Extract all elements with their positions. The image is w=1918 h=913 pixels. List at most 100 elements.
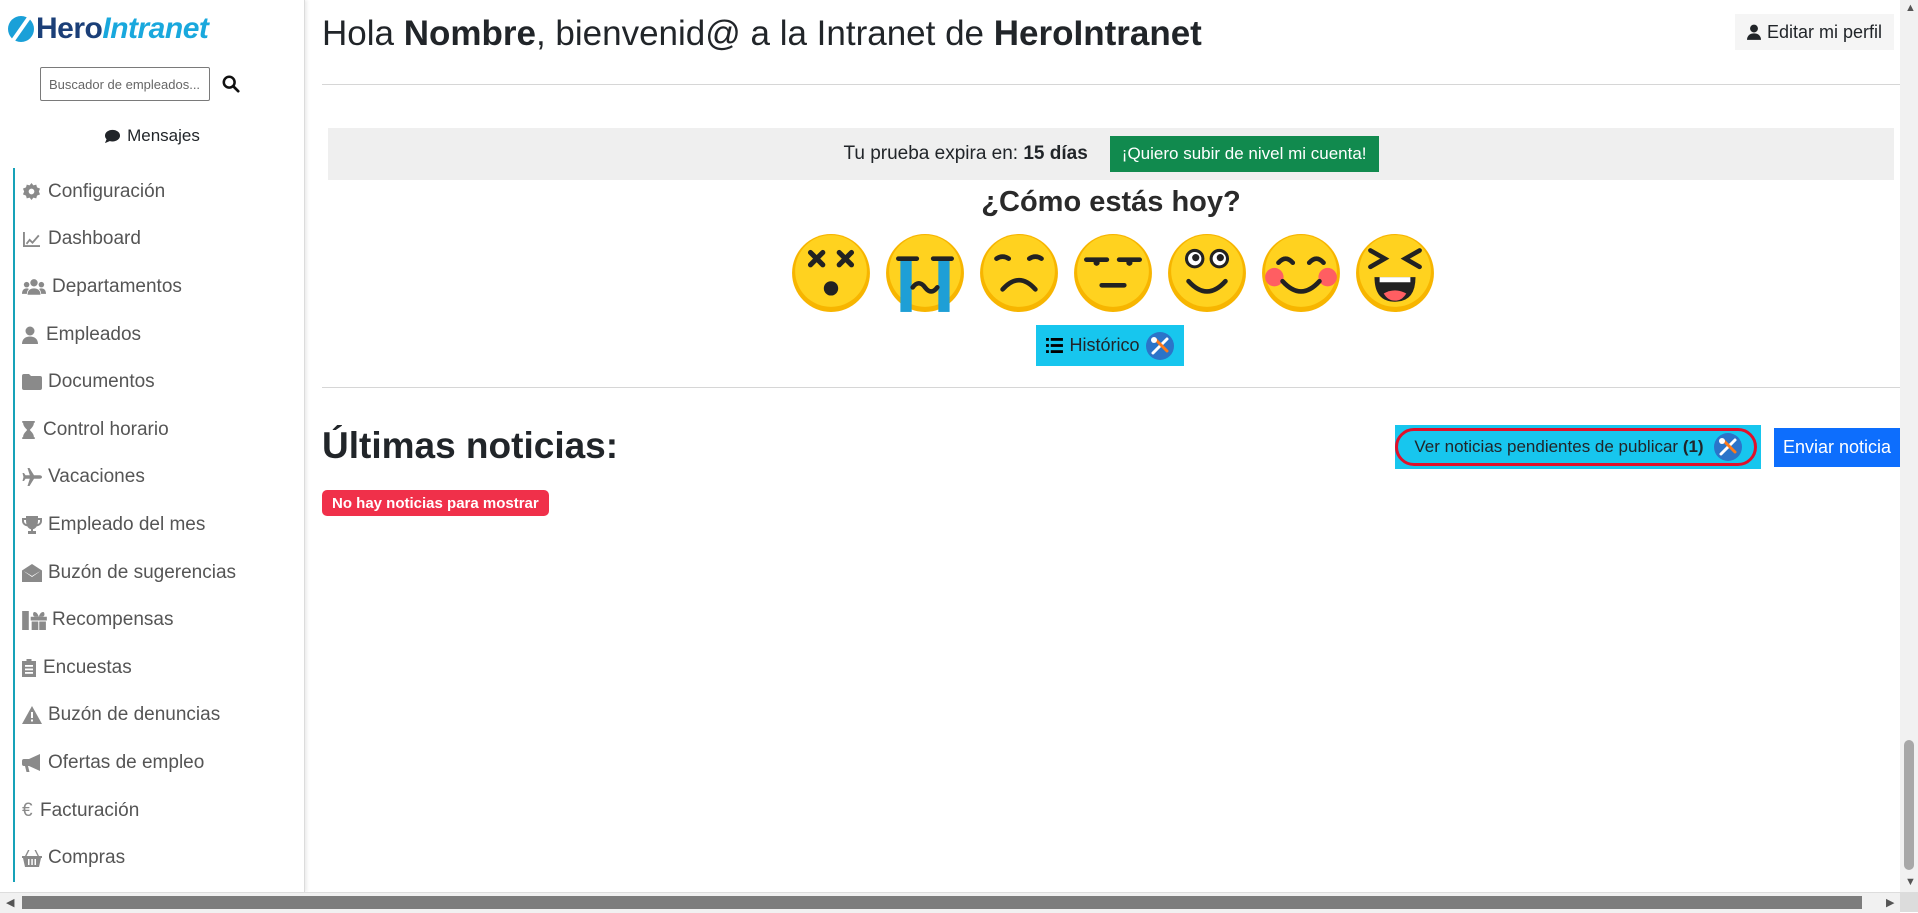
edit-profile-button[interactable]: Editar mi perfil: [1735, 14, 1895, 50]
header-divider: [322, 84, 1900, 85]
folder-icon: [22, 372, 44, 392]
vertical-scroll-thumb[interactable]: [1904, 740, 1914, 870]
sidebar-item-ofertas-empleo[interactable]: Ofertas de empleo: [13, 739, 303, 787]
sad-face-icon[interactable]: [978, 232, 1060, 314]
laughing-face-icon[interactable]: [1354, 232, 1436, 314]
sidebar-item-configuracion[interactable]: Configuración: [13, 168, 303, 216]
sidebar-item-empleados[interactable]: Empleados: [13, 310, 303, 359]
sidebar-item-facturacion[interactable]: € Facturación: [13, 786, 303, 835]
sidebar-item-dashboard[interactable]: Dashboard: [13, 215, 303, 264]
send-news-button[interactable]: Enviar noticia: [1774, 428, 1900, 467]
crying-face-icon[interactable]: [884, 232, 966, 314]
messages-label: Mensajes: [127, 126, 200, 145]
sidebar-item-label: Buzón de denuncias: [48, 704, 221, 726]
comment-icon: [105, 129, 121, 143]
sidebar-item-control-horario[interactable]: Control horario: [13, 405, 303, 454]
title-company: HeroIntranet: [993, 14, 1202, 53]
title-welcome: , bienvenid@ a la Intranet de: [535, 14, 994, 53]
brand-hero: Hero: [36, 12, 103, 45]
sidebar-item-departamentos[interactable]: Departamentos: [13, 263, 303, 311]
tools-icon: [1145, 331, 1174, 360]
gear-icon: [22, 182, 44, 202]
tools-icon: [1713, 433, 1742, 461]
horizontal-scroll-thumb[interactable]: [22, 896, 1862, 909]
mood-history-label: Histórico: [1069, 335, 1140, 355]
clipboard-icon: [22, 658, 39, 678]
page-title: Hola Nombre, bienvenid@ a la Intranet de…: [322, 14, 1202, 54]
happy-face-icon[interactable]: [1166, 232, 1248, 314]
trial-text: Tu prueba expira en: 15 días: [843, 143, 1087, 165]
sidebar-item-label: Facturación: [40, 799, 140, 821]
gifts-icon: [22, 610, 48, 630]
sidebar-item-label: Buzón de sugerencias: [48, 561, 237, 583]
pending-news-button[interactable]: Ver noticias pendientes de publicar (1): [1395, 425, 1761, 469]
trial-banner: Tu prueba expira en: 15 días ¡Quiero sub…: [328, 128, 1894, 180]
scrollbar-corner: [1900, 892, 1918, 912]
scroll-left-arrow-icon[interactable]: ◀: [6, 896, 14, 909]
envelope-open-icon: [22, 563, 44, 583]
megaphone-icon: [22, 753, 44, 773]
sidebar-item-label: Compras: [48, 847, 126, 869]
trial-label: Tu prueba expira en:: [843, 143, 1024, 164]
trophy-icon: [22, 515, 44, 535]
sidebar-item-documentos[interactable]: Documentos: [13, 358, 303, 406]
brand-intranet: Intranet: [102, 12, 209, 45]
dizzy-face-icon[interactable]: [790, 232, 872, 314]
brand-name: HeroIntranet: [36, 12, 209, 46]
sidebar-item-label: Encuestas: [43, 656, 132, 678]
trial-days: 15 días: [1023, 143, 1088, 164]
user-icon: [1747, 24, 1761, 40]
users-icon: [22, 277, 48, 297]
sidebar-item-buzon-denuncias[interactable]: Buzón de denuncias: [13, 691, 303, 740]
chart-line-icon: [22, 229, 44, 249]
sidebar-nav: Configuración Dashboard Departamentos Em…: [13, 168, 303, 882]
scroll-down-arrow-icon[interactable]: ▼: [1905, 876, 1916, 888]
title-greeting: Hola: [322, 14, 404, 53]
title-user-name: Nombre: [403, 14, 536, 53]
warning-icon: [22, 705, 44, 725]
sidebar-item-vacaciones[interactable]: Vacaciones: [13, 453, 303, 502]
pending-news-text: Ver noticias pendientes de publicar: [1414, 437, 1683, 456]
pending-news-count: (1): [1682, 437, 1704, 456]
scroll-right-arrow-icon[interactable]: ▶: [1886, 896, 1894, 909]
blushing-face-icon[interactable]: [1260, 232, 1342, 314]
basket-icon: [22, 848, 44, 868]
euro-icon: €: [22, 799, 33, 821]
sidebar-item-label: Dashboard: [48, 228, 141, 250]
sidebar-item-recompensas[interactable]: Recompensas: [13, 596, 303, 644]
no-news-badge: No hay noticias para mostrar: [322, 490, 549, 516]
mood-title: ¿Cómo estás hoy?: [981, 186, 1241, 218]
messages-link[interactable]: Mensajes: [0, 126, 304, 146]
mood-selector: [790, 232, 1436, 314]
sidebar: HeroIntranet Mensajes Configuración Dash…: [0, 0, 305, 892]
sidebar-item-empleado-del-mes[interactable]: Empleado del mes: [13, 501, 303, 549]
employee-search: [40, 67, 246, 101]
sidebar-item-compras[interactable]: Compras: [13, 834, 303, 882]
sidebar-item-label: Control horario: [43, 418, 169, 440]
sidebar-item-label: Recompensas: [52, 609, 174, 631]
horizontal-scrollbar[interactable]: ◀ ▶: [0, 892, 1900, 913]
mood-history-button[interactable]: Histórico: [1036, 325, 1184, 366]
scroll-up-arrow-icon[interactable]: ▲: [1905, 2, 1916, 14]
vertical-scrollbar[interactable]: ▲ ▼: [1900, 0, 1918, 892]
list-icon: [1046, 338, 1064, 353]
logo-mark-icon: [8, 16, 34, 42]
hourglass-icon: [22, 420, 39, 440]
sidebar-item-label: Departamentos: [52, 275, 182, 297]
sidebar-item-label: Vacaciones: [48, 466, 145, 488]
upgrade-account-button[interactable]: ¡Quiero subir de nivel mi cuenta!: [1109, 136, 1379, 172]
search-icon[interactable]: [216, 67, 246, 101]
news-title: Últimas noticias:: [322, 425, 619, 466]
sidebar-item-label: Empleados: [46, 323, 142, 345]
sidebar-item-encuestas[interactable]: Encuestas: [13, 643, 303, 692]
unamused-face-icon[interactable]: [1072, 232, 1154, 314]
section-divider: [322, 387, 1900, 388]
sidebar-item-label: Configuración: [48, 180, 166, 202]
employee-search-input[interactable]: [40, 67, 210, 101]
user-icon: [22, 325, 42, 345]
brand-logo[interactable]: HeroIntranet: [8, 12, 209, 46]
pending-news-label: Ver noticias pendientes de publicar (1): [1414, 437, 1703, 457]
sidebar-item-label: Documentos: [48, 371, 155, 393]
sidebar-item-buzon-sugerencias[interactable]: Buzón de sugerencias: [13, 548, 303, 597]
sidebar-item-label: Ofertas de empleo: [48, 751, 205, 773]
